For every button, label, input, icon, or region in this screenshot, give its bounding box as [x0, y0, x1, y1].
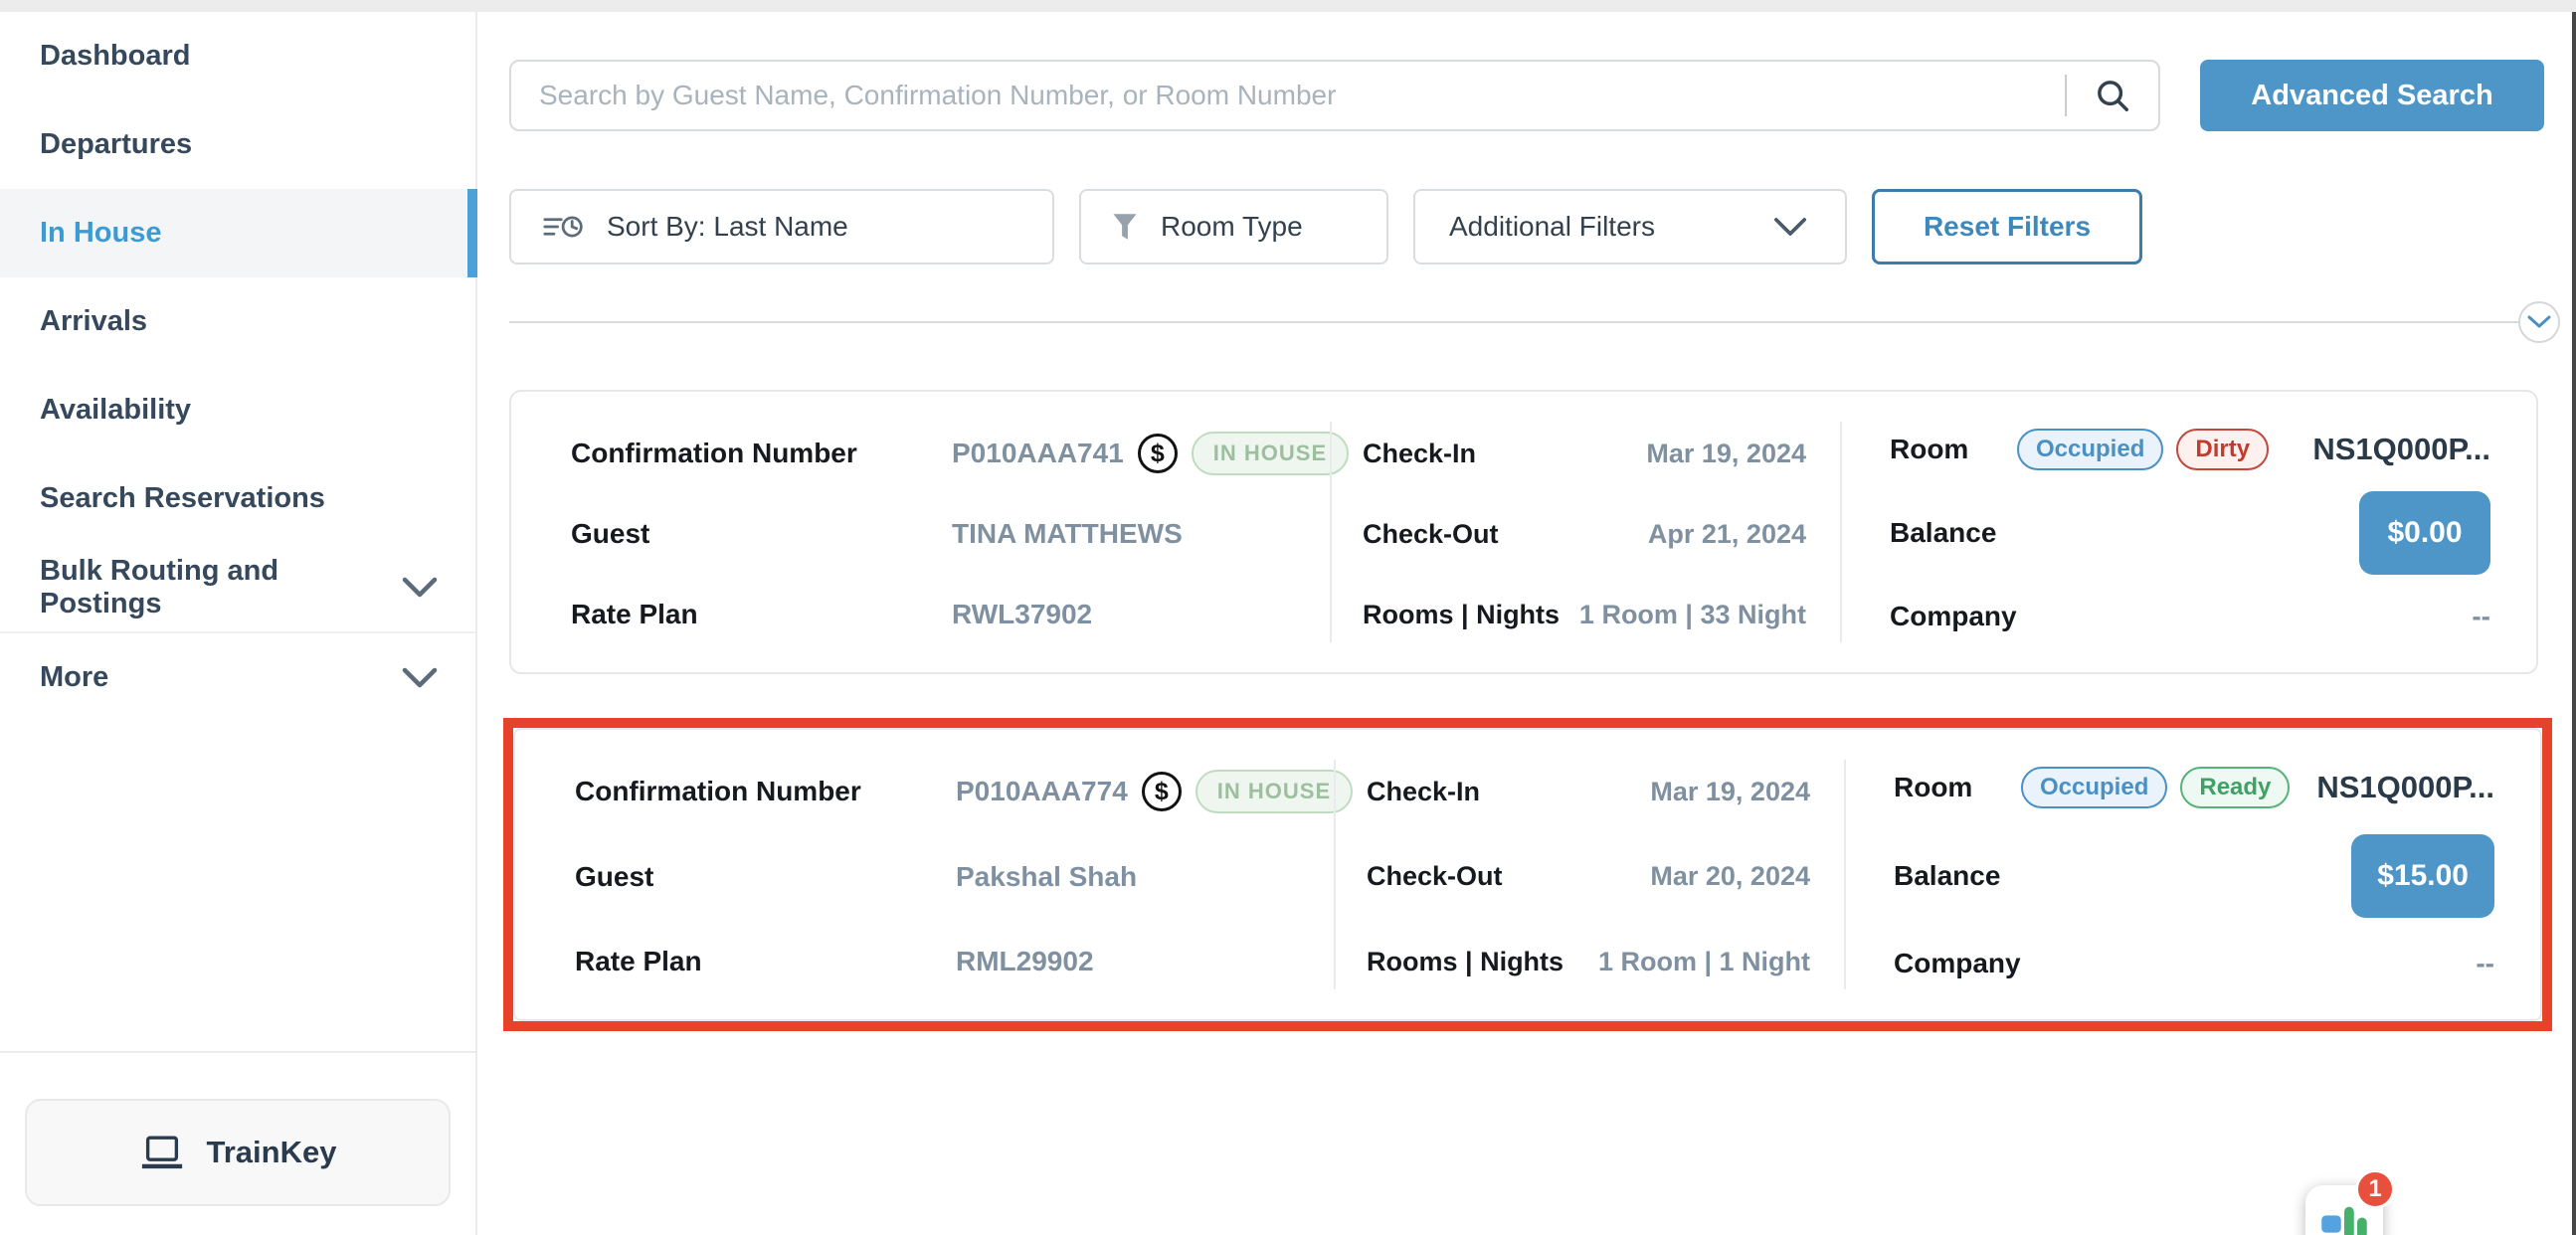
guest-name: TINA MATTHEWS [952, 518, 1183, 550]
guest-row: Guest Pakshal Shah [575, 849, 1314, 905]
check-out-date: Mar 20, 2024 [1650, 861, 1810, 892]
sidebar-item-more[interactable]: More [0, 633, 475, 722]
filter-row: Sort By: Last Name Room Type Additional … [509, 189, 2142, 265]
rate-plan: RML29902 [956, 946, 1094, 977]
advanced-search-button[interactable]: Advanced Search [2200, 60, 2544, 131]
confirmation-row: Confirmation Number P010AAA741 $ IN HOUS… [571, 426, 1310, 481]
room-type-filter-button[interactable]: Room Type [1079, 189, 1388, 265]
dollar-circle-icon[interactable]: $ [1138, 434, 1178, 473]
balance-row: Balance $15.00 [1894, 834, 2494, 918]
chevron-down-icon [1773, 217, 1807, 237]
trainkey-label: TrainKey [207, 1135, 337, 1170]
reservation-card[interactable]: Confirmation Number P010AAA774 $ IN HOUS… [513, 728, 2542, 1021]
rate-plan-row: Rate Plan RWL37902 [571, 587, 1310, 642]
rooms-nights: 1 Room | 1 Night [1598, 947, 1810, 977]
balance-button[interactable]: $15.00 [2351, 834, 2494, 918]
check-in-date: Mar 19, 2024 [1646, 439, 1806, 469]
notification-badge[interactable]: 1 [2355, 1169, 2395, 1209]
sort-icon [543, 213, 585, 241]
funnel-icon [1111, 212, 1139, 242]
in-house-badge: IN HOUSE [1192, 432, 1349, 475]
active-indicator [467, 189, 477, 277]
housekeeping-status-pill[interactable]: Ready [2180, 767, 2290, 808]
rate-plan: RWL37902 [952, 599, 1092, 630]
guest-row: Guest TINA MATTHEWS [571, 506, 1310, 562]
laptop-icon [139, 1135, 185, 1171]
chevron-down-icon [402, 667, 438, 688]
sidebar-item-arrivals[interactable]: Arrivals [0, 277, 475, 366]
window-right-edge [2572, 12, 2576, 1235]
sidebar-nav: Dashboard Departures In House Arrivals A… [0, 12, 475, 722]
highlighted-reservation-frame: Confirmation Number P010AAA774 $ IN HOUS… [503, 718, 2552, 1031]
check-in-row: Check-In Mar 19, 2024 [1363, 426, 1806, 481]
company-row: Company -- [1890, 589, 2490, 644]
collapse-chevron-button[interactable] [2518, 301, 2560, 343]
chevron-down-icon [402, 577, 438, 598]
sidebar-item-in-house[interactable]: In House [0, 189, 475, 277]
window-top-band [0, 0, 2576, 12]
section-divider [509, 301, 2560, 343]
main-content: Advanced Search Sort By: Last Name Room … [479, 12, 2576, 1235]
company-value: -- [2476, 948, 2494, 979]
rooms-nights-row: Rooms | Nights 1 Room | 1 Night [1367, 934, 1810, 989]
check-out-row: Check-Out Mar 20, 2024 [1367, 849, 1810, 905]
occupancy-status-pill[interactable]: Occupied [2021, 767, 2167, 808]
room-number: NS1Q000P... [2316, 770, 2494, 805]
sort-by-button[interactable]: Sort By: Last Name [509, 189, 1054, 265]
search-input[interactable] [511, 62, 2065, 129]
rooms-nights-row: Rooms | Nights 1 Room | 33 Night [1363, 587, 1806, 642]
room-row: Room Occupied Ready NS1Q000P... [1894, 760, 2494, 815]
search-icon[interactable] [2067, 77, 2158, 114]
check-in-row: Check-In Mar 19, 2024 [1367, 764, 1810, 819]
sidebar-item-search-reservations[interactable]: Search Reservations [0, 454, 475, 543]
sidebar-item-dashboard[interactable]: Dashboard [0, 12, 475, 100]
company-row: Company -- [1894, 936, 2494, 991]
confirmation-number: P010AAA774 [956, 776, 1128, 807]
room-number: NS1Q000P... [2312, 432, 2490, 467]
search-bar [509, 60, 2160, 131]
check-out-row: Check-Out Apr 21, 2024 [1363, 506, 1806, 562]
sidebar-item-bulk-routing[interactable]: Bulk Routing and Postings [0, 543, 475, 631]
rooms-nights: 1 Room | 33 Night [1579, 600, 1806, 630]
balance-button[interactable]: $0.00 [2359, 491, 2490, 575]
rate-plan-row: Rate Plan RML29902 [575, 934, 1314, 989]
reset-filters-button[interactable]: Reset Filters [1872, 189, 2142, 265]
sidebar-footer: TrainKey [0, 1051, 475, 1206]
occupancy-status-pill[interactable]: Occupied [2017, 429, 2163, 470]
in-house-badge: IN HOUSE [1196, 770, 1353, 813]
balance-row: Balance $0.00 [1890, 491, 2490, 575]
dollar-circle-icon[interactable]: $ [1142, 772, 1182, 811]
housekeeping-status-pill[interactable]: Dirty [2176, 429, 2269, 470]
sidebar-item-availability[interactable]: Availability [0, 366, 475, 454]
room-row: Room Occupied Dirty NS1Q000P... [1890, 422, 2490, 477]
reservation-card[interactable]: Confirmation Number P010AAA741 $ IN HOUS… [509, 390, 2538, 674]
confirmation-number: P010AAA741 [952, 438, 1124, 469]
confirmation-row: Confirmation Number P010AAA774 $ IN HOUS… [575, 764, 1314, 819]
sidebar: Dashboard Departures In House Arrivals A… [0, 12, 477, 1235]
company-value: -- [2472, 601, 2490, 632]
trainkey-button[interactable]: TrainKey [25, 1099, 451, 1206]
check-in-date: Mar 19, 2024 [1650, 777, 1810, 807]
sidebar-item-departures[interactable]: Departures [0, 100, 475, 189]
guest-name: Pakshal Shah [956, 861, 1137, 893]
check-out-date: Apr 21, 2024 [1648, 519, 1806, 550]
additional-filters-dropdown[interactable]: Additional Filters [1413, 189, 1847, 265]
chat-widget: 1 [2305, 1185, 2385, 1235]
